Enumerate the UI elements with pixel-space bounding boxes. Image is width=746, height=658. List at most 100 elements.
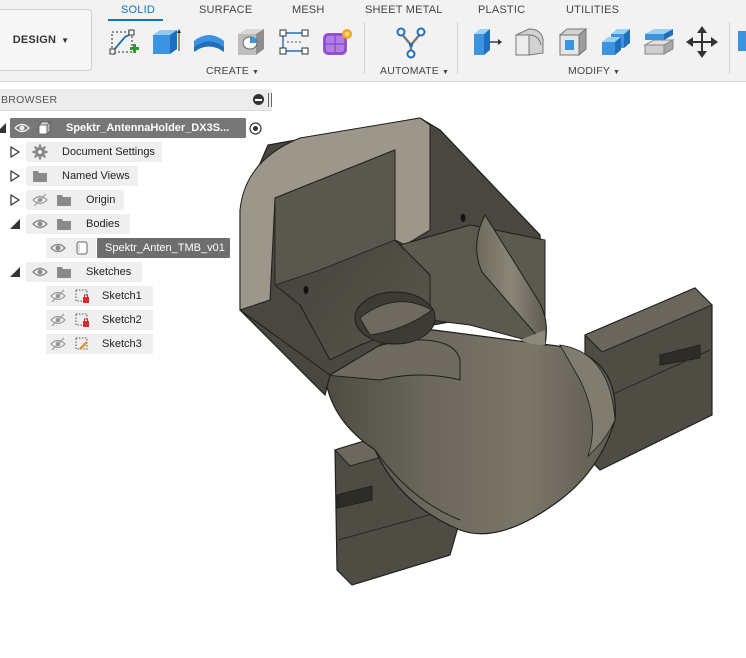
- toolbar-divider: [729, 22, 730, 74]
- gear-icon: [32, 144, 48, 160]
- toolbar-divider: [457, 22, 458, 74]
- chevron-down-icon: ▼: [61, 35, 70, 45]
- pattern-icon: [279, 29, 309, 55]
- panel-pin-icon[interactable]: [268, 93, 272, 107]
- tab-plastic[interactable]: PLASTIC: [478, 4, 525, 16]
- revolve-icon: [194, 35, 224, 52]
- tab-utilities[interactable]: UTILITIES: [566, 4, 619, 16]
- bodies-label: Bodies: [86, 218, 120, 230]
- workspace-label: DESIGN: [12, 34, 57, 46]
- toolbar-divider: [364, 22, 365, 74]
- sketch1-label: Sketch1: [102, 290, 142, 302]
- chevron-down-icon: ▼: [613, 69, 621, 76]
- fillet-icon: [515, 28, 544, 56]
- origin-label: Origin: [86, 194, 116, 206]
- model-viewport[interactable]: [230, 112, 746, 658]
- antenna-holder-model: [239, 117, 713, 586]
- sketches-node[interactable]: Sketches: [26, 262, 142, 282]
- eye-hidden-icon[interactable]: [50, 288, 66, 304]
- named-views-label: Named Views: [62, 170, 130, 182]
- tab-surface[interactable]: SURFACE: [199, 4, 252, 16]
- offset-face-button[interactable]: [642, 25, 676, 59]
- expand-triangle-icon[interactable]: [9, 146, 21, 158]
- sketch-locked-icon: [74, 288, 90, 304]
- hole-button[interactable]: [234, 25, 268, 59]
- shell-icon: [558, 27, 588, 57]
- automate-menu[interactable]: AUTOMATE ▼: [380, 65, 449, 77]
- extrude-button[interactable]: [149, 25, 183, 59]
- sketch-edit-icon: [74, 336, 90, 352]
- folder-icon: [32, 168, 48, 184]
- named-views-node[interactable]: Named Views: [26, 166, 138, 186]
- pattern-button[interactable]: [277, 25, 311, 59]
- combine-button[interactable]: [599, 25, 633, 59]
- bodies-node[interactable]: Bodies: [26, 214, 130, 234]
- component-icon: [36, 120, 52, 136]
- eye-hidden-icon[interactable]: [50, 336, 66, 352]
- browser-panel-header: BROWSER: [0, 89, 272, 111]
- create-menu[interactable]: CREATE ▼: [206, 65, 259, 77]
- modify-menu-label: MODIFY: [568, 65, 611, 77]
- automate-icon: [396, 27, 426, 59]
- modify-menu[interactable]: MODIFY ▼: [568, 65, 620, 77]
- eye-icon[interactable]: [32, 264, 48, 280]
- create-sketch-button[interactable]: [107, 25, 141, 59]
- folder-icon: [56, 216, 72, 232]
- collapse-icon[interactable]: [253, 94, 264, 105]
- expand-triangle-icon[interactable]: [9, 170, 21, 182]
- combine-icon: [602, 29, 630, 55]
- move-icon: [686, 26, 718, 58]
- sketch1-node[interactable]: Sketch1: [46, 286, 153, 306]
- extrude-icon: [153, 29, 181, 54]
- collapse-triangle-icon[interactable]: [9, 218, 21, 230]
- eye-icon[interactable]: [14, 120, 30, 136]
- body-label: Spektr_Anten_TMB_v01: [105, 242, 225, 254]
- create-menu-label: CREATE: [206, 65, 250, 77]
- form-icon: [323, 29, 352, 55]
- expand-triangle-icon[interactable]: [0, 122, 7, 134]
- shell-button[interactable]: [556, 25, 590, 59]
- folder-icon: [56, 264, 72, 280]
- sketch3-label: Sketch3: [102, 338, 142, 350]
- active-tab-indicator: [108, 19, 163, 21]
- document-settings-node[interactable]: Document Settings: [26, 142, 162, 162]
- sketch3-node[interactable]: Sketch3: [46, 334, 153, 354]
- create-form-button[interactable]: [320, 25, 354, 59]
- press-pull-button[interactable]: [470, 25, 504, 59]
- automate-button[interactable]: [394, 25, 428, 59]
- sketches-label: Sketches: [86, 266, 132, 278]
- tab-sheet-metal[interactable]: SHEET METAL: [365, 4, 443, 16]
- chevron-down-icon: ▼: [252, 69, 260, 76]
- sketch2-node[interactable]: Sketch2: [46, 310, 153, 330]
- sketch2-label: Sketch2: [102, 314, 142, 326]
- tab-solid[interactable]: SOLID: [121, 4, 155, 16]
- revolve-button[interactable]: [192, 25, 226, 59]
- body-node[interactable]: Spektr_Anten_TMB_v01: [97, 238, 230, 258]
- tab-mesh[interactable]: MESH: [292, 4, 325, 16]
- automate-menu-label: AUTOMATE: [380, 65, 439, 77]
- fillet-button[interactable]: [513, 25, 547, 59]
- browser-title: BROWSER: [1, 94, 58, 106]
- folder-icon: [56, 192, 72, 208]
- body-visibility-node[interactable]: [46, 238, 96, 258]
- assemble-button[interactable]: [736, 25, 746, 59]
- browser-root-node[interactable]: Spektr_AntennaHolder_DX3S...: [10, 118, 246, 138]
- eye-icon[interactable]: [50, 240, 66, 256]
- offset-face-icon: [643, 29, 675, 55]
- browser-root-label: Spektr_AntennaHolder_DX3S...: [66, 122, 230, 134]
- chevron-down-icon: ▼: [441, 69, 450, 76]
- sketch-icon: [109, 29, 139, 55]
- collapse-triangle-icon[interactable]: [9, 266, 21, 278]
- body-icon: [74, 240, 90, 256]
- eye-hidden-icon[interactable]: [32, 192, 48, 208]
- hole-icon: [238, 29, 264, 55]
- move-copy-button[interactable]: [685, 25, 719, 59]
- sketch-locked-icon: [74, 312, 90, 328]
- expand-triangle-icon[interactable]: [9, 194, 21, 206]
- press-pull-icon: [474, 29, 502, 55]
- eye-icon[interactable]: [32, 216, 48, 232]
- eye-hidden-icon[interactable]: [50, 312, 66, 328]
- joint-icon: [738, 31, 746, 51]
- origin-node[interactable]: Origin: [26, 190, 124, 210]
- workspace-switcher-button[interactable]: DESIGN ▼: [0, 9, 92, 71]
